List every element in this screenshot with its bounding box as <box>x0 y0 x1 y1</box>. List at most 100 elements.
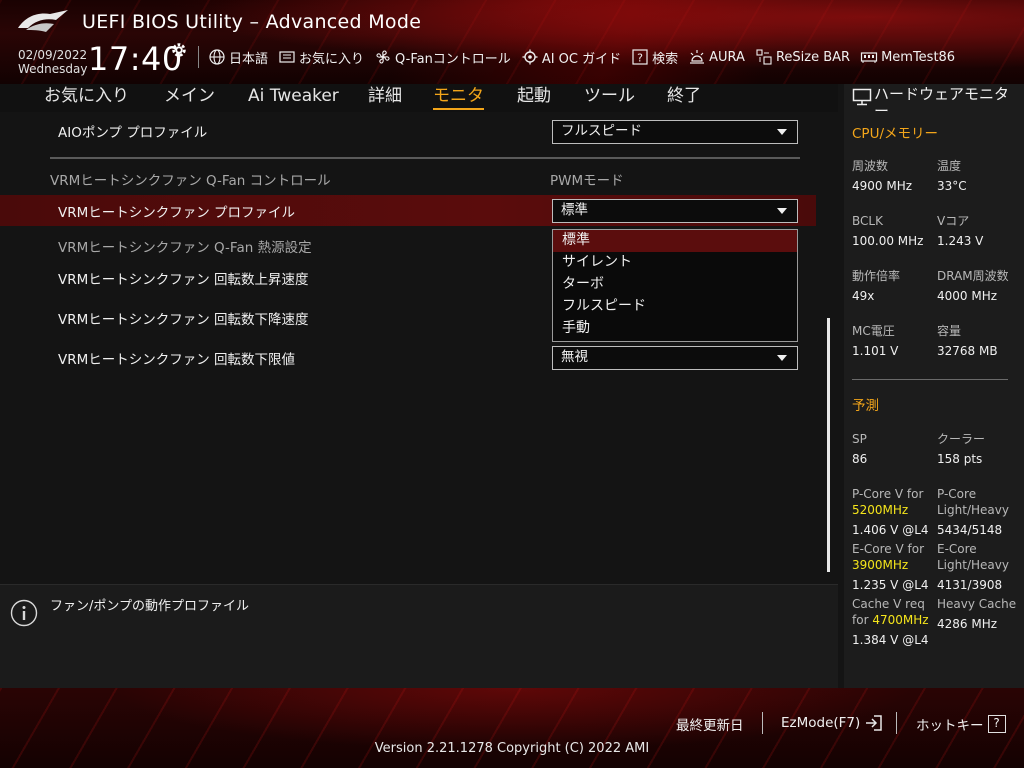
pcore-v-frequency: 5200MHz <box>852 503 909 517</box>
dropdown-option-turbo[interactable]: ターボ <box>553 274 797 296</box>
resize-bar-label: ReSize BAR <box>775 49 851 65</box>
memtest-icon <box>860 52 878 63</box>
cooler-value: 158 pts <box>937 452 983 466</box>
section-divider <box>50 157 800 159</box>
ecore-v-label: E-Core V for <box>852 542 925 556</box>
search-label: 検索 <box>652 51 679 67</box>
tab-exit[interactable]: 終了 <box>667 84 701 108</box>
aio-pump-profile-label: AIOポンプ プロファイル <box>58 125 208 141</box>
frequency-label: 周波数 <box>852 159 889 173</box>
cpu-memory-section-title: CPU/メモリー <box>852 126 938 142</box>
vrm-speed-up-label[interactable]: VRMヒートシンクファン 回転数上昇速度 <box>58 268 309 288</box>
vrm-qfan-control-value: PWMモード <box>550 173 624 189</box>
dropdown-option-full-speed[interactable]: フルスピード <box>553 296 797 318</box>
clock-display: 17:40 <box>88 40 183 78</box>
ai-oc-guide-button[interactable]: AI OC ガイド <box>521 48 621 67</box>
mc-voltage-value: 1.101 V <box>852 344 899 358</box>
pcore-lh-label: P-Core <box>937 487 977 501</box>
footer-separator <box>762 712 763 734</box>
cooler-label: クーラー <box>937 432 986 446</box>
language-label: 日本語 <box>229 51 269 67</box>
last-modified-button[interactable]: 最終更新日 <box>676 714 744 734</box>
tab-tool[interactable]: ツール <box>584 84 635 108</box>
gear-icon[interactable] <box>170 41 188 59</box>
settings-scrollbar[interactable] <box>827 318 830 572</box>
tab-monitor[interactable]: モニタ <box>433 84 484 110</box>
vrm-heat-source-label: VRMヒートシンクファン Q-Fan 熱源設定 <box>58 240 312 256</box>
aio-pump-profile-select[interactable]: フルスピード <box>552 120 798 144</box>
tab-boot[interactable]: 起動 <box>517 84 551 108</box>
favorites-icon <box>279 51 295 63</box>
rog-logo-icon <box>18 10 68 32</box>
chevron-down-icon <box>777 355 787 361</box>
tab-ai-tweaker[interactable]: Ai Tweaker <box>248 84 339 108</box>
vrm-speed-down-label[interactable]: VRMヒートシンクファン 回転数下降速度 <box>58 308 309 328</box>
ecore-lh-label: E-Core <box>937 542 977 556</box>
version-text: Version 2.21.1278 Copyright (C) 2022 AMI <box>374 741 650 756</box>
language-button[interactable]: 日本語 <box>208 48 268 67</box>
ai-oc-icon <box>522 49 538 65</box>
capacity-value: 32768 MB <box>937 344 998 358</box>
header-bar: UEFI BIOS Utility – Advanced Mode 02/09/… <box>0 0 1024 84</box>
date-display: 02/09/2022 Wednesday <box>18 48 87 76</box>
main-menu-bar: お気に入り メイン Ai Tweaker 詳細 モニタ 起動 ツール 終了 <box>0 84 838 112</box>
heavy-cache-label: Heavy Cache <box>937 597 1017 611</box>
vrm-profile-label[interactable]: VRMヒートシンクファン プロファイル <box>58 201 295 221</box>
globe-icon <box>209 49 225 65</box>
cache-v-label: Cache V req <box>852 597 925 611</box>
footer-bar: 最終更新日 EzMode(F7) ホットキー ? Version 2.21.12… <box>0 688 1024 768</box>
qfan-control-button[interactable]: Q-Fanコントロール <box>374 48 511 67</box>
pcore-lh-value: 5434/5148 <box>937 523 1003 537</box>
tab-advanced[interactable]: 詳細 <box>368 84 402 108</box>
date-text: 02/09/2022 <box>18 48 88 62</box>
frequency-value: 4900 MHz <box>852 179 913 193</box>
bclk-value: 100.00 MHz <box>852 234 924 248</box>
cache-v-frequency: 4700MHz <box>872 613 929 627</box>
vrm-qfan-control-label: VRMヒートシンクファン Q-Fan コントロール <box>50 173 331 189</box>
tab-favorites[interactable]: お気に入り <box>44 84 129 108</box>
help-box-icon: ? <box>987 715 1006 733</box>
vrm-speed-low-limit-label[interactable]: VRMヒートシンクファン 回転数下限値 <box>58 348 295 368</box>
hotkeys-label: ホットキー <box>916 718 984 734</box>
hardware-monitor-title: ハードウェアモニター <box>874 85 1010 120</box>
pcore-v-label: P-Core V for <box>852 487 924 501</box>
dropdown-option-manual[interactable]: 手動 <box>553 318 797 340</box>
hwmon-separator <box>852 379 1008 380</box>
dropdown-option-silent[interactable]: サイレント <box>553 252 797 274</box>
prediction-section-title: 予測 <box>852 398 879 414</box>
ezmode-button[interactable]: EzMode(F7) <box>781 714 884 732</box>
memtest-button[interactable]: MemTest86 <box>860 48 955 66</box>
aio-pump-profile-value: フルスピード <box>561 123 642 139</box>
vrm-profile-select[interactable]: 標準 <box>552 199 798 223</box>
search-button[interactable]: ? 検索 <box>631 48 678 67</box>
vcore-value: 1.243 V <box>937 234 984 248</box>
vrm-profile-dropdown: 標準 サイレント ターボ フルスピード 手動 <box>552 229 798 342</box>
app-title: UEFI BIOS Utility – Advanced Mode <box>82 11 422 33</box>
dram-frequency-value: 4000 MHz <box>937 289 998 303</box>
aura-button[interactable]: AURA <box>688 48 745 66</box>
tab-main[interactable]: メイン <box>164 84 215 108</box>
qfan-control-label: Q-Fanコントロール <box>395 51 511 67</box>
heavy-cache-value: 4286 MHz <box>937 617 998 631</box>
info-icon <box>10 599 38 627</box>
header-separator <box>198 46 199 68</box>
ecore-lh-value: 4131/3908 <box>937 578 1003 592</box>
vcore-label: Vコア <box>937 214 970 228</box>
cache-v-prefix: for <box>852 613 873 627</box>
favorites-label: お気に入り <box>299 51 365 67</box>
memtest-label: MemTest86 <box>881 49 956 65</box>
monitor-icon <box>852 88 872 106</box>
resize-bar-icon <box>756 49 772 65</box>
ecore-v-value: 1.235 V @L4 <box>852 578 929 592</box>
resize-bar-button[interactable]: ReSize BAR <box>755 48 850 66</box>
pcore-lh-label-2: Light/Heavy <box>937 503 1009 517</box>
last-modified-label: 最終更新日 <box>676 718 744 734</box>
dropdown-option-standard[interactable]: 標準 <box>553 230 797 252</box>
chevron-down-icon <box>777 129 787 135</box>
vrm-profile-value: 標準 <box>561 202 588 218</box>
favorites-button[interactable]: お気に入り <box>278 48 364 67</box>
mc-voltage-label: MC電圧 <box>852 324 895 338</box>
vrm-speed-low-limit-select[interactable]: 無視 <box>552 346 798 370</box>
hotkeys-button[interactable]: ホットキー ? <box>916 714 1006 734</box>
footer-separator <box>896 712 897 734</box>
